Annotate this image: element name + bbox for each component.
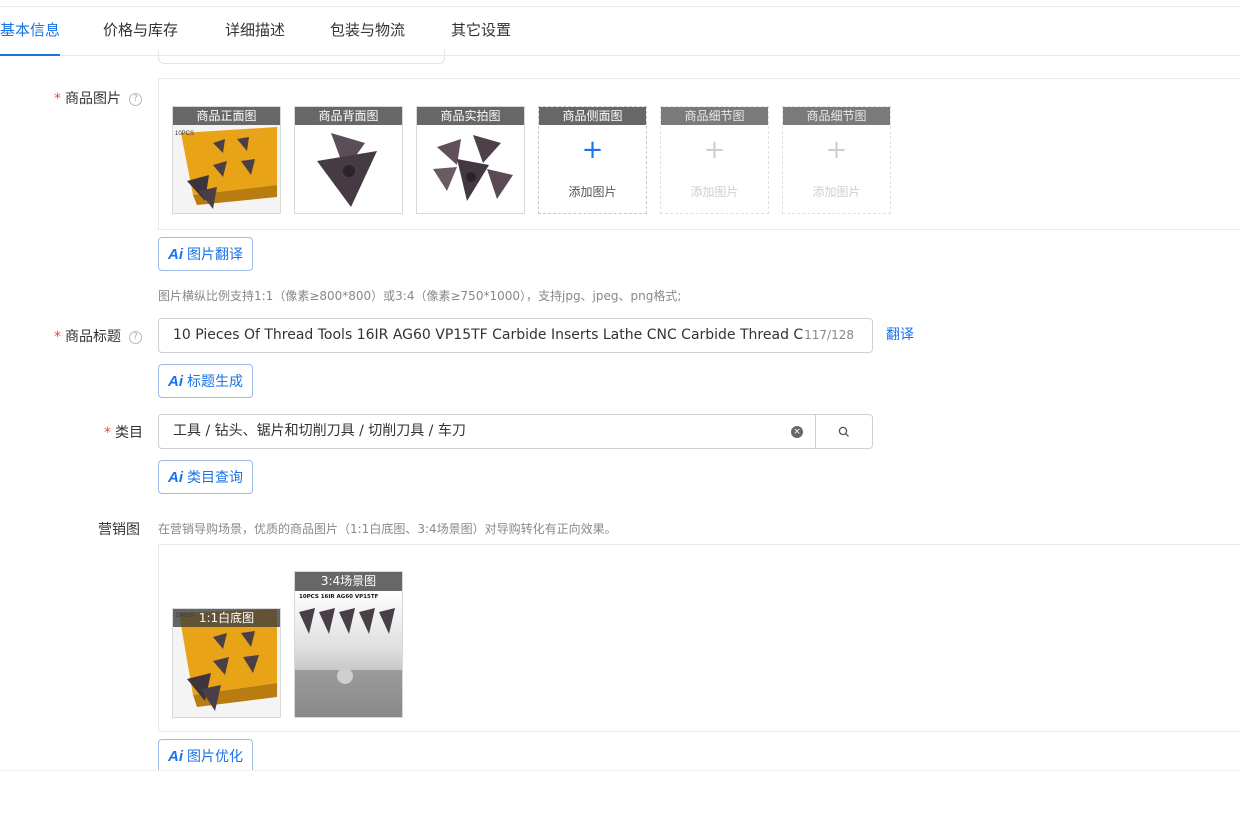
product-box-image: 10PCS	[173, 125, 280, 213]
title-input-value: 10 Pieces Of Thread Tools 16IR AG60 VP15…	[173, 327, 803, 343]
image-slot-caption: 商品侧面图	[539, 107, 646, 125]
tab-other-settings[interactable]: 其它设置	[451, 6, 511, 55]
required-mark: *	[54, 91, 61, 107]
plus-icon: +	[703, 135, 726, 165]
image-optimize-label: 图片优化	[187, 749, 243, 765]
tab-bar: 基本信息 价格与库存 详细描述 包装与物流 其它设置	[0, 6, 1240, 56]
title-label-text: 商品标题	[65, 329, 121, 345]
category-label: * 类目	[104, 422, 143, 442]
bottom-blank-area	[0, 770, 1240, 823]
question-circle-icon[interactable]: ?	[129, 92, 142, 106]
image-slot-detail-2[interactable]: 商品细节图 + 添加图片	[782, 106, 891, 214]
image-slot-actual[interactable]: 商品实拍图	[416, 106, 525, 214]
image-slot-caption: 商品细节图	[661, 107, 768, 125]
scene-photo-text: 10PCS 16IR AG60 VP15TF	[299, 594, 379, 600]
insert-group-image	[417, 125, 524, 213]
ai-icon: Ai	[168, 246, 183, 263]
images-label: * 商品图片?	[54, 88, 142, 108]
title-char-counter: 117/128	[804, 328, 854, 342]
category-query-label: 类目查询	[187, 470, 243, 486]
marketing-hint: 在营销导购场景，优质的商品图片（1:1白底图、3:4场景图）对导购转化有正向效果…	[158, 522, 617, 536]
tab-basic-info[interactable]: 基本信息	[0, 6, 61, 56]
category-query-button[interactable]: Ai 类目查询	[158, 460, 253, 494]
plus-icon: +	[825, 135, 848, 165]
add-image-label: 添加图片	[690, 185, 739, 199]
marketing-slot-portrait[interactable]: 10PCS 16IR AG60 VP15TF 3:4场景图	[294, 571, 403, 718]
add-image-label: 添加图片	[812, 185, 861, 199]
marketing-slot-square[interactable]: 10PCS 1:1白底图	[172, 608, 281, 718]
images-panel: 10PCS 商品正面图 商品背面图 商品实拍图 商品侧面图 + 添加图片 商品细…	[158, 78, 1240, 230]
question-circle-icon[interactable]: ?	[129, 330, 142, 344]
category-input-value: 工具 / 钻头、锯片和切削刀具 / 切削刀具 / 车刀	[173, 423, 466, 439]
plus-icon: +	[581, 135, 604, 165]
image-translate-label: 图片翻译	[187, 247, 243, 263]
title-label: * 商品标题?	[54, 326, 142, 346]
required-mark: *	[104, 425, 111, 441]
image-slot-back[interactable]: 商品背面图	[294, 106, 403, 214]
clear-icon[interactable]: ×	[791, 426, 803, 438]
ai-icon: Ai	[168, 373, 183, 390]
image-slot-caption: 商品正面图	[173, 107, 280, 125]
search-icon	[838, 426, 849, 437]
scrolled-field-edge	[158, 50, 445, 64]
tab-packaging-logistics[interactable]: 包装与物流	[330, 6, 405, 55]
ai-icon: Ai	[168, 469, 183, 486]
required-mark: *	[54, 329, 61, 345]
category-search-button[interactable]	[815, 414, 873, 449]
title-generate-button[interactable]: Ai 标题生成	[158, 364, 253, 398]
image-slot-caption: 商品背面图	[295, 107, 402, 125]
images-hint: 图片横纵比例支持1:1（像素≥800*800）或3:4（像素≥750*1000）…	[158, 289, 682, 303]
marketing-slot-caption: 3:4场景图	[295, 572, 402, 591]
image-slot-front[interactable]: 10PCS 商品正面图	[172, 106, 281, 214]
insert-back-image	[295, 125, 402, 213]
images-label-text: 商品图片	[65, 91, 121, 107]
image-slot-detail-1[interactable]: 商品细节图 + 添加图片	[660, 106, 769, 214]
ai-icon: Ai	[168, 748, 183, 765]
image-optimize-button[interactable]: Ai 图片优化	[158, 739, 253, 773]
add-image-label: 添加图片	[568, 185, 617, 199]
tab-price-stock[interactable]: 价格与库存	[103, 6, 178, 55]
image-slot-caption: 商品实拍图	[417, 107, 524, 125]
category-label-text: 类目	[115, 425, 143, 441]
translate-link[interactable]: 翻译	[886, 324, 914, 344]
category-input[interactable]: 工具 / 钻头、锯片和切削刀具 / 切削刀具 / 车刀 ×	[158, 414, 816, 449]
image-slot-caption: 商品细节图	[783, 107, 890, 125]
image-translate-button[interactable]: Ai 图片翻译	[158, 237, 253, 271]
title-input[interactable]: 10 Pieces Of Thread Tools 16IR AG60 VP15…	[158, 318, 873, 353]
svg-text:10PCS: 10PCS	[175, 131, 194, 137]
marketing-slot-caption: 1:1白底图	[173, 609, 280, 627]
marketing-scene-image	[295, 590, 402, 717]
marketing-panel: 10PCS 1:1白底图	[158, 544, 1240, 732]
tab-description[interactable]: 详细描述	[225, 6, 285, 55]
image-slot-side[interactable]: 商品侧面图 + 添加图片	[538, 106, 647, 214]
marketing-label: 营销图	[98, 522, 140, 538]
title-generate-label: 标题生成	[187, 374, 243, 390]
